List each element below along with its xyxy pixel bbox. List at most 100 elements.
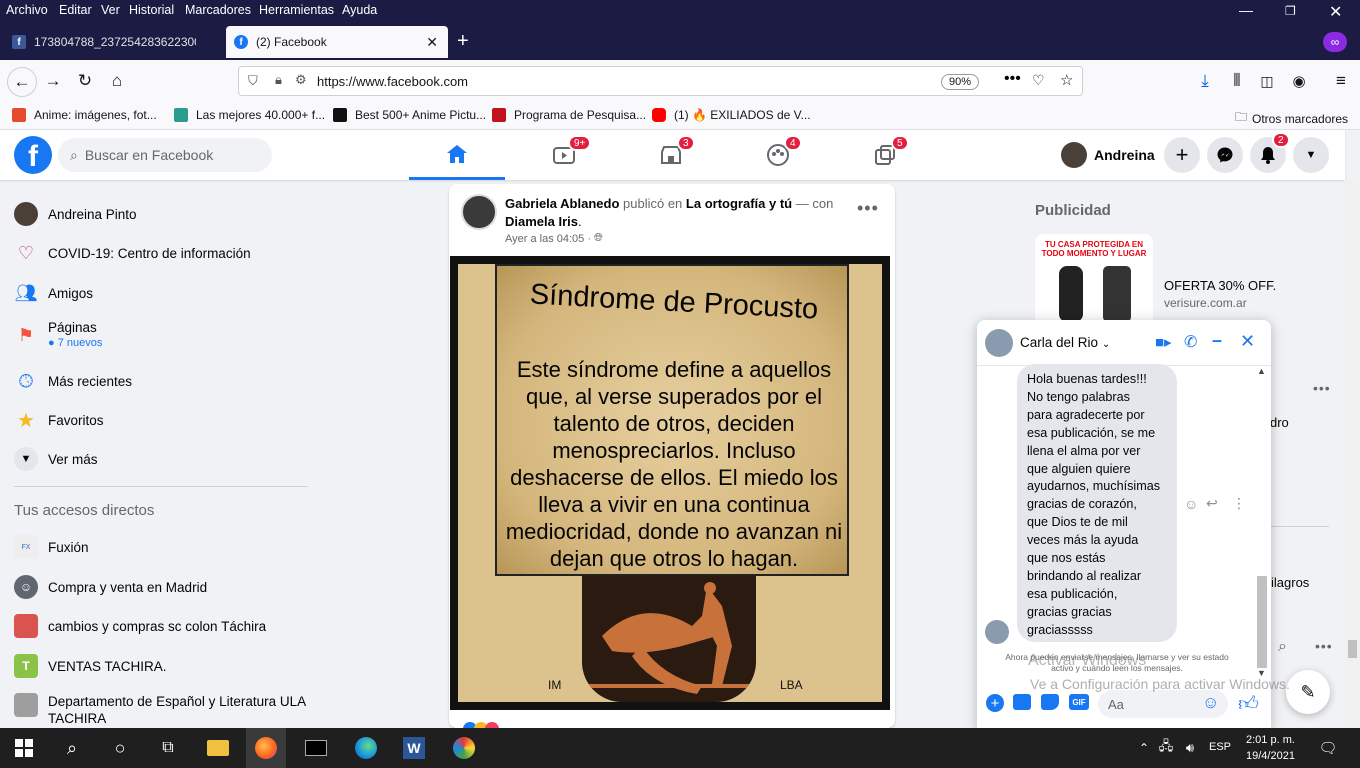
shortcut-item[interactable]: Departamento de Español y Literatura ULA… xyxy=(14,693,318,727)
file-explorer-icon[interactable] xyxy=(204,734,232,762)
paint-icon[interactable] xyxy=(450,734,478,762)
sidebar-item-recent[interactable]: 🕓︎ Más recientes xyxy=(14,369,132,393)
tab-image[interactable]: f 173804788_2372542836223005_6 xyxy=(4,26,224,58)
url-text[interactable]: https://www.facebook.com xyxy=(317,74,468,89)
shield-icon[interactable]: ⛉ xyxy=(248,73,258,89)
library-icon[interactable]: ⫴ xyxy=(1224,68,1250,94)
downloads-icon[interactable]: ⤓ xyxy=(1192,68,1218,94)
message-options-icon[interactable]: ⋮ xyxy=(1232,495,1246,512)
language-indicator[interactable]: ESP xyxy=(1209,741,1231,753)
ad-image[interactable]: TU CASA PROTEGIDA EN TODO MOMENTO Y LUGA… xyxy=(1035,234,1153,326)
bookmark-item[interactable]: Best 500+ Anime Pictu... xyxy=(333,108,486,122)
tab-home[interactable] xyxy=(409,130,505,180)
gif-icon[interactable]: GIF xyxy=(1069,694,1089,710)
edge-icon[interactable] xyxy=(352,734,380,762)
phone-icon[interactable]: ✆ xyxy=(1184,332,1197,352)
home-icon[interactable]: ⌂ xyxy=(104,68,130,94)
account-icon[interactable]: ◉ xyxy=(1286,68,1312,94)
menu-archivo[interactable]: Archivo xyxy=(6,3,48,17)
app-menu-icon[interactable]: ≡ xyxy=(1328,68,1354,94)
sidebar-icon[interactable]: ◫ xyxy=(1254,68,1280,94)
tab-gaming[interactable]: 5 xyxy=(837,130,933,180)
search-contacts-icon[interactable]: ⌕ xyxy=(1278,638,1287,656)
plus-icon[interactable]: + xyxy=(986,694,1004,712)
sidebar-item-pages[interactable]: ⚑ Páginas ● 7 nuevos xyxy=(14,320,102,349)
menu-editar[interactable]: Editar xyxy=(59,3,92,17)
sidebar-item-friends[interactable]: 👥︎ Amigos xyxy=(14,281,93,305)
post-image[interactable]: Síndrome de Procusto Este síndrome defin… xyxy=(450,256,890,710)
chat-contact[interactable]: Carla del Rio ⌄ xyxy=(1020,335,1110,350)
shortcut-item[interactable]: T VENTAS TACHIRA. xyxy=(14,654,167,678)
sidebar-item-covid[interactable]: ♡ COVID-19: Centro de información xyxy=(14,241,251,265)
menu-herramientas[interactable]: Herramientas xyxy=(259,3,334,17)
contacts-options-icon[interactable]: ••• xyxy=(1315,638,1333,654)
page-actions-icon[interactable]: ••• xyxy=(1004,70,1021,88)
close-chat-icon[interactable]: ✕ xyxy=(1240,331,1255,352)
contact-name-partial[interactable]: dro xyxy=(1270,415,1289,430)
post-tagged[interactable]: Diamela Iris xyxy=(505,214,578,229)
chat-scrollbar[interactable]: ▲ ▼ xyxy=(1255,366,1269,684)
window-close-icon[interactable]: ✕ xyxy=(1329,2,1342,22)
clock[interactable]: 2:01 p. m. 19/4/2021 xyxy=(1246,732,1295,764)
sidebar-item-profile[interactable]: Andreina Pinto xyxy=(14,202,137,226)
page-scrollbar[interactable] xyxy=(1345,180,1360,728)
post-author[interactable]: Gabriela Ablanedo xyxy=(505,196,619,211)
pocket-icon[interactable]: ♡ xyxy=(1032,72,1045,89)
forward-icon[interactable]: → xyxy=(40,68,66,94)
minimize-icon[interactable]: — xyxy=(1239,2,1253,18)
message-input[interactable]: Aa ☺ xyxy=(1098,690,1228,718)
shortcut-item[interactable]: FX Fuxión xyxy=(14,535,89,559)
menu-ver[interactable]: Ver xyxy=(101,3,120,17)
create-button[interactable]: + xyxy=(1164,137,1200,173)
tab-watch[interactable]: 9+ xyxy=(516,130,612,180)
post-timestamp[interactable]: Ayer a las 04:05 · 🌐︎ xyxy=(505,232,603,245)
firefox-taskbar-icon[interactable] xyxy=(246,728,286,768)
menu-ayuda[interactable]: Ayuda xyxy=(342,3,377,17)
post-group-link[interactable]: La ortografía y tú xyxy=(686,196,792,211)
zoom-level[interactable]: 90% xyxy=(941,74,979,90)
more-options-icon[interactable]: ••• xyxy=(1313,380,1331,396)
notification-center-icon[interactable]: 🗨︎ xyxy=(1314,734,1342,762)
post-options-icon[interactable]: ••• xyxy=(857,198,879,219)
permissions-icon[interactable]: ⚙ xyxy=(295,72,307,88)
video-call-icon[interactable]: ■▸ xyxy=(1155,333,1172,351)
scroll-up-icon[interactable]: ▲ xyxy=(1257,366,1266,376)
chat-message-bubble[interactable]: Hola buenas tardes!!! No tengo palabras … xyxy=(1017,364,1177,642)
new-tab-icon[interactable]: + xyxy=(457,30,469,53)
sticker-icon[interactable] xyxy=(1041,694,1059,710)
volume-icon[interactable]: 🔊︎ xyxy=(1176,734,1204,762)
other-bookmarks[interactable]: 🗀 Otros marcadores xyxy=(1235,108,1348,129)
lock-icon[interactable]: 🔒︎ xyxy=(275,72,282,88)
bookmark-item[interactable]: Programa de Pesquisa... xyxy=(492,108,646,122)
react-smiley-icon[interactable]: ☺ xyxy=(1184,496,1198,512)
search-input[interactable]: ⌕ Buscar en Facebook xyxy=(58,138,272,172)
ad-domain[interactable]: verisure.com.ar xyxy=(1164,296,1247,310)
new-message-icon[interactable]: ✎ xyxy=(1286,670,1330,714)
group-name-partial[interactable]: ilagros xyxy=(1271,575,1309,590)
tab-facebook[interactable]: f (2) Facebook ✕ xyxy=(226,26,448,58)
menu-historial[interactable]: Historial xyxy=(129,3,174,17)
profile-button[interactable]: Andreina xyxy=(1061,142,1155,168)
bookmark-star-icon[interactable]: ☆ xyxy=(1060,71,1073,89)
private-mask-icon[interactable]: ∞ xyxy=(1323,32,1347,52)
word-icon[interactable]: W xyxy=(400,734,428,762)
account-menu-chevron-down-icon[interactable]: ▼ xyxy=(1293,137,1329,173)
url-bar[interactable]: ⛉ 🔒︎ ⚙ https://www.facebook.com 90% ••• … xyxy=(238,66,1083,96)
reload-icon[interactable]: ↻ xyxy=(72,68,98,94)
emoji-icon[interactable]: ☺ xyxy=(1202,693,1219,713)
scrollbar-thumb[interactable] xyxy=(1348,640,1357,658)
back-icon[interactable]: ← xyxy=(7,67,37,97)
menu-marcadores[interactable]: Marcadores xyxy=(185,3,251,17)
minimize-chat-icon[interactable]: – xyxy=(1212,330,1222,351)
tab-groups[interactable]: 4 xyxy=(730,130,826,180)
bookmark-item[interactable]: Las mejores 40.000+ f... xyxy=(174,108,325,122)
facebook-logo-icon[interactable]: f xyxy=(14,136,52,174)
chat-avatar[interactable] xyxy=(985,329,1013,357)
messenger-icon[interactable] xyxy=(1207,137,1243,173)
sidebar-item-see-more[interactable]: ▼ Ver más xyxy=(14,447,98,471)
notifications-icon[interactable]: 2 xyxy=(1250,132,1290,173)
scrollbar-thumb[interactable] xyxy=(1257,576,1267,668)
sidebar-item-favorites[interactable]: ★ Favoritos xyxy=(14,408,104,432)
restore-icon[interactable]: ❐ xyxy=(1285,4,1296,18)
photo-icon[interactable] xyxy=(1013,694,1031,710)
